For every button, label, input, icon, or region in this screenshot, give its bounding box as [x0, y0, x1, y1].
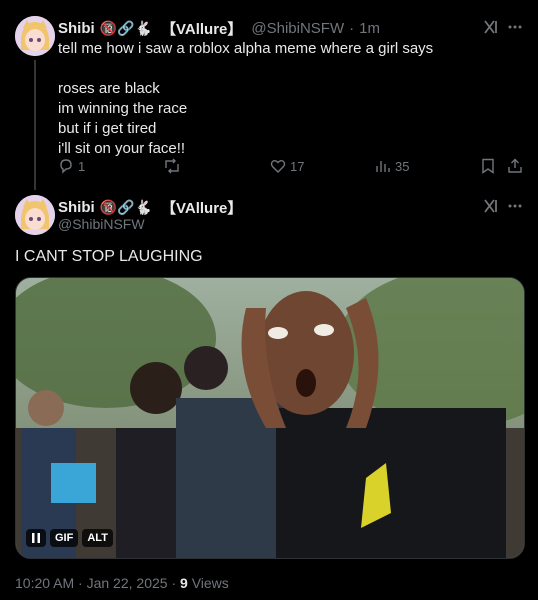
- grok-icon[interactable]: [482, 197, 500, 215]
- author-handle[interactable]: @ShibiNSFW: [251, 20, 344, 37]
- pause-button[interactable]: [26, 529, 46, 547]
- bookmark-icon[interactable]: [480, 158, 496, 174]
- post-timestamp[interactable]: 10:20 AM · Jan 22, 2025: [15, 575, 168, 591]
- author-badge-emojis: 🔞🔗🐇: [99, 20, 152, 36]
- post-time[interactable]: 1m: [359, 20, 380, 37]
- post-text: tell me how i saw a roblox alpha meme wh…: [58, 40, 434, 157]
- gif-media[interactable]: GIF ALT: [15, 277, 525, 559]
- post1-header: Shibi 🔞🔗🐇 【VAllure】 @ShibiNSFW · 1m: [58, 18, 380, 39]
- heart-icon: [270, 158, 286, 174]
- separator-dot: ·: [171, 575, 177, 591]
- gif-badge: GIF: [50, 529, 79, 547]
- reply-button[interactable]: 1: [58, 158, 85, 174]
- post-text: I CANT STOP LAUGHING: [15, 248, 203, 265]
- post-meta: 10:20 AM · Jan 22, 2025 · 9 Views: [15, 575, 229, 591]
- view-count: 35: [395, 158, 410, 174]
- media-badges: GIF ALT: [26, 529, 113, 547]
- author-handle[interactable]: @ShibiNSFW: [58, 216, 145, 232]
- reply-count: 1: [78, 158, 86, 174]
- author-name[interactable]: Shibi: [58, 199, 95, 216]
- thread-line: [34, 60, 36, 190]
- author-affiliation: 【VAllure】: [160, 21, 243, 38]
- like-count: 17: [290, 158, 305, 174]
- grok-icon[interactable]: [482, 18, 500, 36]
- gif-frame-image: [16, 278, 524, 558]
- views-label: Views: [191, 575, 229, 591]
- views-icon: [375, 158, 391, 174]
- reply-icon: [58, 158, 74, 174]
- avatar[interactable]: [15, 195, 55, 235]
- repost-button[interactable]: [163, 158, 181, 174]
- share-icon[interactable]: [507, 158, 523, 174]
- repost-icon: [163, 158, 181, 174]
- author-name[interactable]: Shibi: [58, 20, 95, 37]
- views-button[interactable]: 35: [375, 158, 409, 174]
- alt-badge[interactable]: ALT: [82, 529, 113, 547]
- avatar[interactable]: [15, 16, 55, 56]
- more-icon[interactable]: [506, 18, 524, 36]
- view-count: 9: [180, 575, 188, 591]
- author-affiliation: 【VAllure】: [160, 200, 243, 217]
- pause-icon: [32, 533, 40, 543]
- author-badge-emojis: 🔞🔗🐇: [99, 199, 152, 215]
- post2-header: Shibi 🔞🔗🐇 【VAllure】: [58, 197, 242, 218]
- more-icon[interactable]: [506, 197, 524, 215]
- separator-dot: ·: [349, 20, 355, 37]
- like-button[interactable]: 17: [270, 158, 304, 174]
